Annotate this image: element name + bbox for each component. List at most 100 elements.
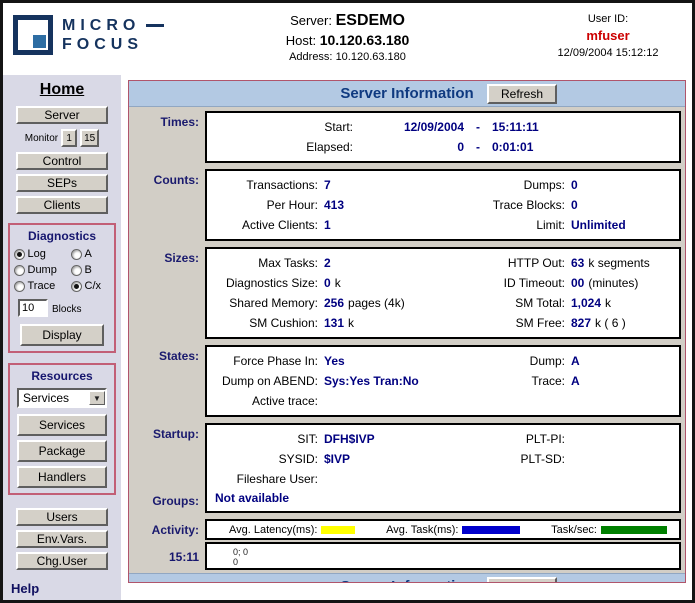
refresh-button-bottom[interactable]: Refresh [487, 577, 557, 583]
radio-log-circle [14, 249, 25, 260]
control-button[interactable]: Control [16, 152, 108, 170]
page: MICRO FOCUS Server: ESDEMO Host: 10.120.… [0, 0, 695, 603]
timestamp: 12/09/2004 15:12:12 [538, 47, 678, 59]
chevron-down-icon: ▼ [89, 391, 105, 405]
users-button[interactable]: Users [16, 508, 108, 526]
seps-button[interactable]: SEPs [16, 174, 108, 192]
field-value: 256pages (4k) [324, 293, 454, 313]
field-label: Per Hour: [213, 195, 318, 215]
monitor-interval-button-1[interactable]: 1 [61, 129, 77, 147]
radio-label: B [85, 264, 92, 276]
task-sec-color-swatch [601, 526, 667, 534]
counts-section: Counts: Transactions: 7 Dumps: 0 Per Hou… [129, 166, 685, 244]
field-label: Trace: [460, 371, 565, 391]
activity-section: Activity: Avg. Latency(ms): Avg. Task(ms… [129, 516, 685, 541]
startup-box: SIT: DFH$IVP PLT-PI: SYSID: $IVP PLT-SD:… [205, 423, 681, 513]
host-label: Host: [286, 33, 316, 48]
logo-line [146, 24, 164, 27]
field-value: 0k [324, 273, 454, 293]
radio-label: C/x [85, 280, 102, 292]
task-ms-color-swatch [462, 526, 520, 534]
blocks-label: Blocks [52, 304, 81, 317]
field-label: PLT-PI: [460, 429, 565, 449]
field-value: 2 [324, 253, 454, 273]
field-value [571, 469, 673, 489]
blocks-input[interactable] [18, 299, 48, 317]
radio-b[interactable]: B [71, 264, 111, 276]
blocks-row: Blocks [18, 299, 81, 317]
radio-dump-circle [14, 265, 25, 276]
field-value: 0 [359, 137, 464, 157]
field-value: 131k [324, 313, 454, 333]
field-value: 0 [571, 195, 673, 215]
field-value [571, 429, 673, 449]
states-box: Force Phase In: Yes Dump: A Dump on ABEN… [205, 345, 681, 417]
field-label: Transactions: [213, 175, 318, 195]
chg-user-button[interactable]: Chg.User [16, 552, 108, 570]
radio-trace-circle [14, 281, 25, 292]
legend-item: Avg. Latency(ms): [229, 524, 355, 536]
radio-log[interactable]: Log [14, 248, 71, 260]
sizes-row-label: Sizes: [129, 244, 205, 342]
sections: Times: Start: 12/09/2004 - 15:11:11 Elap… [129, 107, 685, 582]
services-button[interactable]: Services [17, 414, 107, 436]
clients-button[interactable]: Clients [16, 196, 108, 214]
main-content: Server Information Refresh Times: Start:… [121, 75, 692, 600]
server-button[interactable]: Server [16, 106, 108, 124]
body: Home Server Monitor 1 15 Control SEPs Cl… [3, 75, 692, 600]
field-label: Active Clients: [213, 215, 318, 235]
top-titlebar: Server Information Refresh [129, 81, 685, 107]
field-value: A [571, 371, 673, 391]
monitor-interval-button-2[interactable]: 15 [80, 129, 99, 147]
field-label: HTTP Out: [460, 253, 565, 273]
times-row-label: Times: [129, 108, 205, 166]
user-id-label: User ID: [538, 13, 678, 25]
field-label: Shared Memory: [213, 293, 318, 313]
field-label: SM Total: [460, 293, 565, 313]
field-label: SYSID: [213, 449, 318, 469]
logo-word-bottom: FOCUS [62, 37, 143, 52]
field-label: ID Timeout: [460, 273, 565, 293]
env-vars-button[interactable]: Env.Vars. [16, 530, 108, 548]
field-value: 7 [324, 175, 454, 195]
field-value: Sys:Yes Tran:No [324, 371, 454, 391]
field-label: Elapsed: [213, 137, 353, 157]
sizes-box: Max Tasks: 2 HTTP Out: 63k segments Diag… [205, 247, 681, 339]
field-value: 0 [571, 175, 673, 195]
times-box: Start: 12/09/2004 - 15:11:11 Elapsed: 0 … [205, 111, 681, 163]
field-value: A [571, 351, 673, 371]
field-value [324, 391, 454, 411]
field-label: Limit: [460, 215, 565, 235]
field-value: $IVP [324, 449, 454, 469]
radio-cx[interactable]: C/x [71, 280, 111, 292]
radio-dump[interactable]: Dump [14, 264, 71, 276]
field-label: Diagnostics Size: [213, 273, 318, 293]
address-label: Address: [289, 51, 332, 63]
field-value: 1 [324, 215, 454, 235]
display-button[interactable]: Display [20, 324, 104, 346]
refresh-button-top[interactable]: Refresh [487, 84, 557, 104]
radio-a[interactable]: A [71, 248, 111, 260]
handlers-button[interactable]: Handlers [17, 466, 107, 488]
radio-trace[interactable]: Trace [14, 280, 71, 292]
home-link[interactable]: Home [40, 81, 84, 99]
states-section: States: Force Phase In: Yes Dump: A Dump… [129, 342, 685, 420]
package-button[interactable]: Package [17, 440, 107, 462]
logo-word-top: MICRO [62, 18, 140, 33]
field-value: 63k segments [571, 253, 673, 273]
radio-label: Log [28, 248, 46, 260]
page-title: Server Information [340, 85, 473, 102]
activity-time-label: 15:11 [129, 541, 205, 573]
field-value [324, 469, 454, 489]
server-label: Server: [290, 13, 332, 28]
page-header: MICRO FOCUS Server: ESDEMO Host: 10.120.… [3, 3, 692, 75]
field-value: 0:01:01 [492, 137, 673, 157]
address-value: 10.120.63.180 [336, 51, 406, 63]
field-value: Unlimited [571, 215, 673, 235]
field-value [571, 449, 673, 469]
resources-select[interactable]: Services ▼ [17, 388, 107, 408]
field-value [571, 391, 673, 411]
radio-b-circle [71, 265, 82, 276]
radio-cx-circle [71, 281, 82, 292]
resources-title: Resources [31, 369, 92, 383]
